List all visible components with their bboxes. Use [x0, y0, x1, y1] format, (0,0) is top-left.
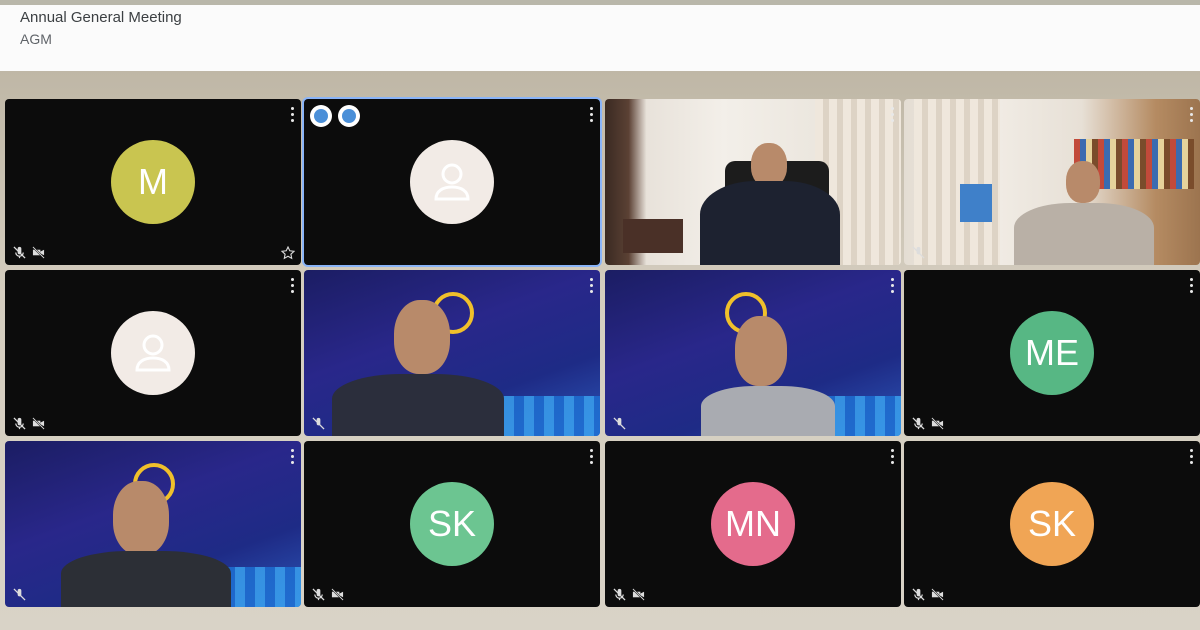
- more-options-icon[interactable]: [291, 449, 295, 465]
- mic-off-icon: [312, 588, 325, 601]
- more-options-icon[interactable]: [590, 107, 594, 123]
- mic-off-icon: [613, 417, 626, 430]
- participant-body: [701, 386, 835, 436]
- tile-status: [312, 588, 344, 601]
- mic-off-icon: [613, 588, 626, 601]
- person-icon: [434, 163, 470, 201]
- participant-avatar: [410, 140, 494, 224]
- participant-video-4[interactable]: [605, 270, 901, 436]
- participant-video-2[interactable]: [904, 99, 1200, 265]
- camera-off-icon: [32, 246, 45, 259]
- mic-off-icon: [912, 588, 925, 601]
- camera-off-icon: [931, 417, 944, 430]
- tile-status: [613, 417, 626, 430]
- camera-off-icon: [331, 588, 344, 601]
- meeting-subtitle: AGM: [20, 31, 52, 47]
- tile-status: [13, 588, 26, 601]
- person-icon: [135, 334, 171, 372]
- participant-avatar: ME: [1010, 311, 1094, 395]
- participant-tile-sk-2[interactable]: SK: [904, 441, 1200, 607]
- mic-off-icon: [912, 417, 925, 430]
- star-icon[interactable]: [281, 246, 295, 260]
- mic-off-icon: [13, 246, 26, 259]
- mic-off-icon: [13, 417, 26, 430]
- tile-status: [912, 588, 944, 601]
- meeting-title: Annual General Meeting: [20, 9, 182, 26]
- more-options-icon[interactable]: [590, 449, 594, 465]
- camera-off-icon: [32, 417, 45, 430]
- reactions: [310, 105, 360, 127]
- tile-status: [912, 417, 944, 430]
- participant-avatar: M: [111, 140, 195, 224]
- more-options-icon[interactable]: [891, 278, 895, 294]
- wall-map: [960, 184, 992, 222]
- more-options-icon[interactable]: [291, 278, 295, 294]
- camera-off-icon: [632, 588, 645, 601]
- participant-tile-sk-1[interactable]: SK: [304, 441, 600, 607]
- tile-status: [13, 417, 45, 430]
- participant-avatar: SK: [410, 482, 494, 566]
- participant-avatar: MN: [711, 482, 795, 566]
- participant-grid: M ME SK MN SK: [0, 71, 1200, 630]
- desk: [623, 219, 683, 253]
- participant-body: [61, 551, 231, 607]
- participant-head: [1066, 161, 1100, 203]
- mic-off-icon: [13, 588, 26, 601]
- participant-avatar: [111, 311, 195, 395]
- participant-head: [735, 316, 787, 386]
- more-options-icon[interactable]: [1190, 107, 1194, 123]
- participant-video-3[interactable]: [304, 270, 600, 436]
- smile-reaction-icon: [310, 105, 332, 127]
- tile-status: [613, 588, 645, 601]
- more-options-icon[interactable]: [891, 107, 895, 123]
- tile-status: [13, 246, 45, 259]
- raise-hand-reaction-icon: [338, 105, 360, 127]
- more-options-icon[interactable]: [1190, 278, 1194, 294]
- participant-tile-mn[interactable]: MN: [605, 441, 901, 607]
- more-options-icon[interactable]: [891, 449, 895, 465]
- curtain: [914, 99, 1000, 265]
- mic-off-icon: [912, 246, 925, 259]
- meeting-header: Annual General Meeting AGM: [0, 5, 1200, 71]
- tile-status: [912, 246, 925, 259]
- participant-tile-anonymous-2[interactable]: [5, 270, 301, 436]
- participant-tile-me[interactable]: ME: [904, 270, 1200, 436]
- participant-head: [113, 481, 169, 555]
- more-options-icon[interactable]: [1190, 449, 1194, 465]
- tile-status: [312, 417, 325, 430]
- more-options-icon[interactable]: [590, 278, 594, 294]
- participant-tile-m[interactable]: M: [5, 99, 301, 265]
- participant-body: [1014, 203, 1154, 265]
- mic-off-icon: [312, 417, 325, 430]
- video-stage: M ME SK MN SK: [0, 71, 1200, 630]
- camera-off-icon: [931, 588, 944, 601]
- participant-body: [700, 181, 840, 265]
- more-options-icon[interactable]: [291, 107, 295, 123]
- participant-tile-anonymous-1[interactable]: [304, 99, 600, 265]
- participant-body: [332, 374, 504, 436]
- participant-avatar: SK: [1010, 482, 1094, 566]
- participant-video-5[interactable]: [5, 441, 301, 607]
- participant-video-1[interactable]: [605, 99, 901, 265]
- participant-head: [394, 300, 450, 374]
